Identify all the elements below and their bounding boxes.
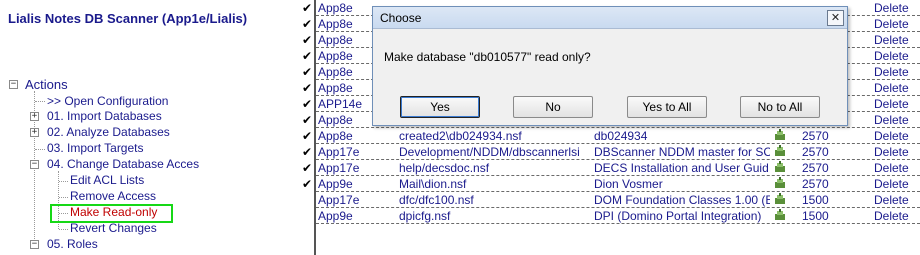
app-title: Lialis Notes DB Scanner (App1e/Lialis) — [8, 11, 248, 26]
path-cell: created2\db024934.nsf — [399, 129, 522, 143]
dialog-titlebar[interactable]: Choose ✕ — [373, 7, 847, 29]
title-cell: DOM Foundation Classes 1.00 (E — [594, 193, 770, 207]
yes-to-all-button[interactable]: Yes to All — [627, 96, 707, 118]
server-cell: App17e — [318, 145, 360, 159]
title-cell: db024934 — [594, 129, 648, 143]
collapse-actions-toggle[interactable]: − — [9, 80, 18, 89]
delete-link[interactable]: Delete — [874, 113, 918, 127]
row-checkmark[interactable]: ✔ — [302, 64, 312, 80]
delete-link[interactable]: Delete — [874, 1, 918, 15]
tree-connector — [59, 181, 68, 182]
close-icon[interactable]: ✕ — [827, 10, 844, 26]
path-cell: Development/NDDM/dbscannerlsi — [399, 145, 580, 159]
collapse-roles-toggle[interactable]: − — [30, 240, 39, 249]
tree-connector — [59, 229, 68, 230]
expand-import-databases-toggle[interactable]: + — [30, 112, 39, 121]
database-icon — [774, 177, 788, 191]
server-cell: App17e — [318, 193, 360, 207]
row-checkmark[interactable]: ✔ — [302, 32, 312, 48]
table-row[interactable]: ✔ App9e Mail\dion.nsf Dion Vosmer 2570 Delete — [285, 176, 920, 192]
tree-item-import-targets[interactable]: 03. Import Targets — [47, 141, 144, 155]
server-cell: App9e — [318, 177, 353, 191]
row-checkmark[interactable]: ✔ — [302, 176, 312, 192]
path-cell: Mail\dion.nsf — [399, 177, 467, 191]
database-icon — [774, 209, 788, 223]
dialog-message: Make database "db010577" read only? — [384, 50, 591, 64]
delete-link[interactable]: Delete — [874, 49, 918, 63]
table-row[interactable]: App17e dfc/dfc100.nsf DOM Foundation Class… — [285, 192, 920, 208]
delete-link[interactable]: Delete — [874, 193, 918, 207]
title-cell: DBScanner NDDM master for SC — [594, 145, 770, 159]
navigation-pane: Lialis Notes DB Scanner (App1e/Lialis) −… — [0, 0, 285, 255]
delete-link[interactable]: Delete — [874, 129, 918, 143]
tree-connector — [59, 197, 68, 198]
no-to-all-button[interactable]: No to All — [740, 96, 820, 118]
database-icon — [774, 145, 788, 159]
selection-highlight — [50, 204, 173, 223]
tree-item-edit-acl-lists[interactable]: Edit ACL Lists — [70, 173, 144, 187]
tree-connector — [35, 101, 45, 102]
tree-item-analyze-databases[interactable]: 02. Analyze Databases — [47, 125, 170, 139]
tree-item-revert-changes[interactable]: Revert Changes — [70, 221, 157, 235]
table-row[interactable]: ✔ App17e Development/NDDM/dbscannerlsi DBSc… — [285, 144, 920, 160]
row-checkmark[interactable]: ✔ — [302, 96, 312, 112]
row-separator — [316, 223, 920, 224]
delete-link[interactable]: Delete — [874, 65, 918, 79]
database-icon — [774, 129, 788, 143]
row-checkmark[interactable]: ✔ — [302, 144, 312, 160]
collapse-change-database-access-toggle[interactable]: − — [30, 160, 39, 169]
tree-item-remove-access[interactable]: Remove Access — [70, 189, 156, 203]
path-cell: dpicfg.nsf — [399, 209, 451, 223]
size-cell: 2570 — [802, 129, 829, 143]
table-row[interactable]: ✔ App8e created2\db024934.nsf db024934 2570 D… — [285, 128, 920, 144]
choose-dialog: Choose ✕ Make database "db010577" read o… — [372, 6, 848, 126]
tree-item-roles[interactable]: 05. Roles — [47, 237, 98, 251]
row-checkmark[interactable]: ✔ — [302, 0, 312, 16]
table-row[interactable]: ✔ App17e help/decsdoc.nsf DECS Installation… — [285, 160, 920, 176]
size-cell: 2570 — [802, 161, 829, 175]
database-icon — [774, 193, 788, 207]
path-cell: help/decsdoc.nsf — [399, 161, 490, 175]
delete-link[interactable]: Delete — [874, 177, 918, 191]
delete-link[interactable]: Delete — [874, 145, 918, 159]
no-button[interactable]: No — [513, 96, 593, 118]
row-checkmark[interactable]: ✔ — [302, 48, 312, 64]
tree-item-import-databases[interactable]: 01. Import Databases — [47, 109, 162, 123]
row-checkmark[interactable]: ✔ — [302, 80, 312, 96]
size-cell: 1500 — [802, 209, 829, 223]
delete-link[interactable]: Delete — [874, 33, 918, 47]
expand-analyze-databases-toggle[interactable]: + — [30, 128, 39, 137]
title-cell: DECS Installation and User Guid — [594, 161, 769, 175]
row-checkmark[interactable]: ✔ — [302, 112, 312, 128]
row-checkmark[interactable]: ✔ — [302, 128, 312, 144]
path-cell: dfc/dfc100.nsf — [399, 193, 474, 207]
delete-link[interactable]: Delete — [874, 209, 918, 223]
tree-actions[interactable]: Actions — [25, 77, 68, 92]
size-cell: 2570 — [802, 145, 829, 159]
database-icon — [774, 161, 788, 175]
delete-link[interactable]: Delete — [874, 81, 918, 95]
yes-button[interactable]: Yes — [400, 96, 480, 118]
row-checkmark[interactable]: ✔ — [302, 16, 312, 32]
tree-connector — [35, 149, 45, 150]
tree-item-change-database-access[interactable]: 04. Change Database Acces — [47, 157, 199, 171]
delete-link[interactable]: Delete — [874, 161, 918, 175]
server-cell: App17e — [318, 161, 360, 175]
server-cell: App8e — [318, 129, 353, 143]
size-cell: 1500 — [802, 193, 829, 207]
delete-link[interactable]: Delete — [874, 97, 918, 111]
server-cell: App9e — [318, 209, 353, 223]
title-cell: Dion Vosmer — [594, 177, 663, 191]
delete-link[interactable]: Delete — [874, 17, 918, 31]
table-row[interactable]: App9e dpicfg.nsf DPI (Domino Portal Integr… — [285, 208, 920, 224]
row-checkmark[interactable]: ✔ — [302, 160, 312, 176]
title-cell: DPI (Domino Portal Integration) — [594, 209, 762, 223]
size-cell: 2570 — [802, 177, 829, 191]
tree-item-open-configuration[interactable]: >> Open Configuration — [47, 94, 168, 108]
dialog-title: Choose — [380, 11, 422, 25]
